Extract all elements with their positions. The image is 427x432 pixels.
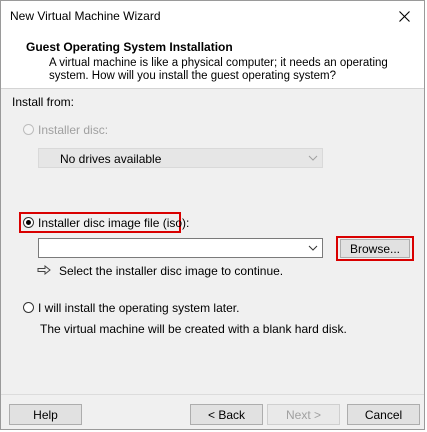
cancel-button[interactable]: Cancel bbox=[347, 404, 420, 425]
title-bar: New Virtual Machine Wizard bbox=[1, 1, 424, 32]
back-button[interactable]: < Back bbox=[190, 404, 263, 425]
iso-option-label: Installer disc image file (iso): bbox=[38, 216, 190, 230]
browse-button[interactable]: Browse... bbox=[340, 239, 410, 258]
iso-radio[interactable] bbox=[23, 217, 34, 228]
wizard-header: Guest Operating System Installation A vi… bbox=[1, 32, 424, 89]
wizard-window: New Virtual Machine Wizard Guest Operati… bbox=[0, 0, 425, 430]
iso-hint: Select the installer disc image to conti… bbox=[59, 264, 284, 278]
disc-drive-select[interactable]: No drives available bbox=[38, 148, 323, 168]
chevron-down-icon bbox=[308, 155, 318, 161]
installer-disc-label: Installer disc: bbox=[38, 123, 109, 137]
install-later-description: The virtual machine will be created with… bbox=[40, 322, 347, 336]
page-description: A virtual machine is like a physical com… bbox=[49, 57, 388, 82]
disc-drive-select-value: No drives available bbox=[60, 152, 162, 166]
chevron-down-icon bbox=[308, 245, 318, 251]
close-icon bbox=[398, 11, 410, 22]
arrow-right-icon bbox=[37, 265, 51, 275]
install-later-radio[interactable] bbox=[23, 302, 34, 313]
install-later-label: I will install the operating system late… bbox=[38, 301, 240, 315]
close-button[interactable] bbox=[384, 1, 424, 32]
install-from-label: Install from: bbox=[12, 95, 75, 109]
window-title: New Virtual Machine Wizard bbox=[10, 9, 161, 23]
iso-path-input[interactable] bbox=[38, 238, 323, 258]
help-button[interactable]: Help bbox=[9, 404, 82, 425]
next-button[interactable]: Next > bbox=[267, 404, 340, 425]
installer-disc-radio[interactable] bbox=[23, 124, 34, 135]
footer-divider bbox=[1, 394, 424, 395]
page-title: Guest Operating System Installation bbox=[26, 40, 233, 54]
